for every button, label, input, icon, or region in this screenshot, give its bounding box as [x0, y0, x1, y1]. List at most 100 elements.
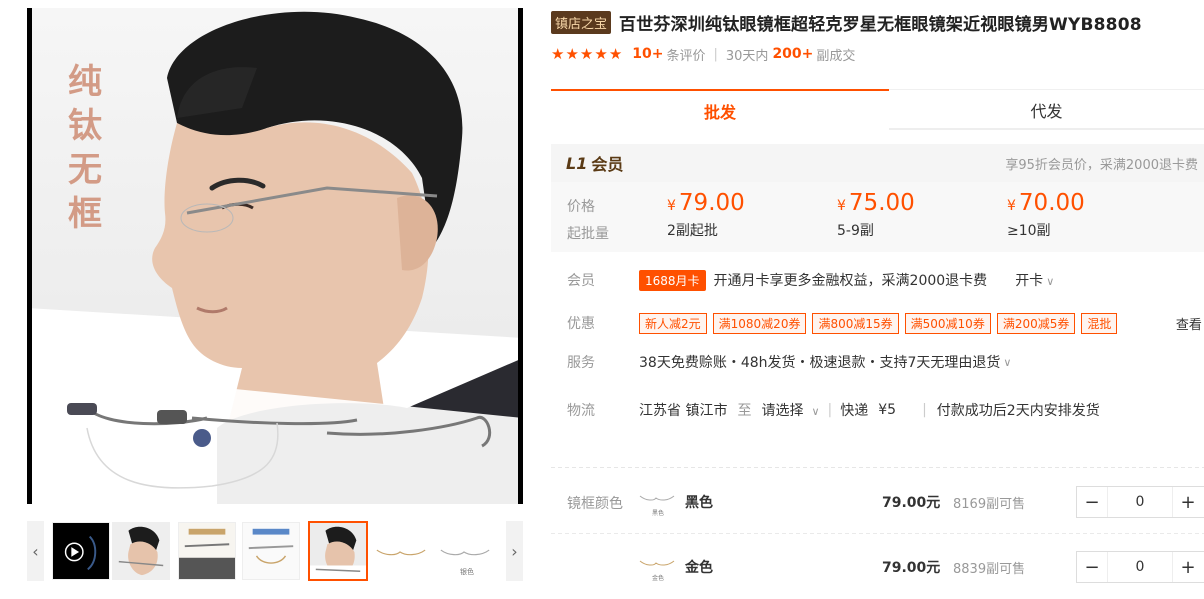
member-level: L1	[566, 153, 588, 173]
logistics-row: 物流 江苏省 镇江市 至 请选择 ∨ | 快递 ¥5 | 付款成功后2天内安排发货	[567, 400, 1204, 420]
attr-label: 物流	[567, 403, 595, 419]
member-label: 会员	[591, 155, 624, 174]
sales-prefix: 30天内	[725, 48, 769, 64]
quantity-stepper: − 0 +	[1076, 551, 1204, 583]
decrement-button[interactable]: −	[1077, 552, 1107, 582]
overlay-text: 纯钛无框	[68, 62, 102, 234]
attr-label: 优惠	[567, 316, 595, 332]
logistics-body: 江苏省 镇江市 至 请选择 ∨ | 快递 ¥5 | 付款成功后2天内安排发货	[639, 400, 1100, 420]
sku-thumbnail-caption: 金色	[652, 575, 665, 582]
chevron-down-icon: ∨	[811, 405, 820, 418]
coupon-tag[interactable]: 混批	[1081, 312, 1118, 334]
decrement-button[interactable]: −	[1077, 487, 1107, 517]
thumbnail-image[interactable]	[372, 522, 430, 580]
reviews-label[interactable]: 条评价	[666, 45, 705, 64]
thumb-next-button[interactable]: ›	[506, 521, 523, 581]
tier-price: ¥75.00	[837, 190, 915, 216]
star-icon: ★	[565, 44, 579, 63]
coupon-tag[interactable]: 满500减10券	[904, 312, 991, 334]
coupon-tag[interactable]: 满1080减20券	[712, 312, 807, 334]
open-card-link[interactable]: 开卡 ∨	[1015, 270, 1054, 290]
price-tier: ¥79.00 2副起批	[667, 190, 745, 240]
price-tiers: 价格 起批量 ¥79.00 2副起批 ¥75.00 5-9副 ¥70.00 ≥1…	[551, 182, 1204, 252]
attr-label: 会员	[567, 273, 595, 289]
member-bar: L1 会员 享95折会员价，采满2000退卡费	[551, 144, 1204, 182]
chevron-down-icon: ∨	[1046, 275, 1055, 288]
tier-qty: ≥10副	[1007, 223, 1051, 239]
increment-button[interactable]: +	[1173, 487, 1203, 517]
sku-price: 79.00元	[882, 560, 941, 576]
to-word: 至	[737, 403, 752, 419]
coupons-row: 优惠 新人减2元 满1080减20券 满800减15券 满500减10券 满20…	[567, 312, 1204, 334]
quantity-stepper: − 0 +	[1076, 486, 1204, 518]
image-edge-left	[27, 8, 32, 504]
rating-row: ★ ★ ★ ★ ★ 10+ 条评价 | 30天内 200+ 副成交	[551, 44, 855, 64]
sku-label: 镜框颜色	[567, 496, 623, 512]
destination-select[interactable]: 请选择 ∨	[761, 400, 819, 420]
attr-label: 服务	[567, 355, 595, 371]
thumbnail-image[interactable]	[112, 522, 170, 580]
sku-thumbnail[interactable]: 金色	[638, 551, 676, 583]
coupon-tag[interactable]: 满200减5券	[996, 312, 1076, 334]
membership-row: 会员 1688月卡 开通月卡享更多金融权益，采满2000退卡费 开卡 ∨	[567, 269, 1204, 291]
purchase-mode-tabs: 批发 代发	[551, 89, 1204, 130]
sku-thumbnail-caption: 黑色	[652, 510, 665, 517]
ship-from: 江苏省 镇江市	[639, 403, 728, 419]
sku-thumbnail[interactable]: 黑色	[638, 486, 676, 518]
tier-qty: 5-9副	[837, 223, 874, 239]
chevron-left-icon: ‹	[32, 541, 39, 561]
tab-wholesale[interactable]: 批发	[551, 89, 889, 130]
thumbnail-video[interactable]	[52, 522, 110, 580]
quantity-input[interactable]: 0	[1107, 552, 1173, 582]
thumb-prev-button[interactable]: ‹	[27, 521, 44, 581]
membership-text: 开通月卡享更多金融权益，采满2000退卡费	[713, 273, 988, 289]
coupon-tag[interactable]: 新人减2元	[639, 312, 707, 334]
coupon-list: 新人减2元 满1080减20券 满800减15券 满500减10券 满200减5…	[639, 312, 1123, 334]
price-tier: ¥70.00 ≥10副	[1007, 190, 1085, 240]
product-title-row: 镇店之宝 百世芬深圳纯钛眼镜框超轻克罗星无框眼镜架近视眼镜男WYB8808	[551, 10, 1204, 35]
chevron-right-icon: ›	[511, 541, 518, 561]
price-tier: ¥75.00 5-9副	[837, 190, 915, 240]
image-edge-right	[518, 8, 523, 504]
price-label: 价格	[567, 199, 595, 215]
quantity-input[interactable]: 0	[1107, 487, 1173, 517]
monthly-card-badge[interactable]: 1688月卡	[639, 269, 706, 291]
divider: |	[713, 46, 718, 62]
sku-row: 黑色 黑色 79.00元 8169副可售 − 0 +	[638, 486, 1204, 518]
thumbnail-image-selected[interactable]	[308, 521, 368, 581]
chevron-down-icon: ∨	[1003, 355, 1012, 369]
thumbnail-image[interactable]	[178, 522, 236, 580]
divider: |	[922, 402, 927, 418]
service-text[interactable]: 38天免费赊账・48h发货・极速退款・支持7天无理由退货 ∨	[639, 352, 1011, 372]
shop-treasure-badge: 镇店之宝	[551, 10, 612, 34]
sales-label: 副成交	[816, 48, 856, 64]
tab-dropship[interactable]: 代发	[889, 89, 1204, 130]
thumbnail-caption: 银色	[460, 568, 474, 576]
tier-price: ¥79.00	[667, 190, 745, 216]
express-fee: ¥5	[878, 402, 897, 418]
section-divider	[551, 467, 1204, 468]
moq-label: 起批量	[567, 226, 609, 242]
service-row: 服务 38天免费赊账・48h发货・极速退款・支持7天无理由退货 ∨	[567, 352, 1204, 372]
thumbnail-image[interactable]	[242, 522, 300, 580]
sku-row: 金色 金色 79.00元 8839副可售 − 0 +	[638, 551, 1204, 583]
increment-button[interactable]: +	[1173, 552, 1203, 582]
coupon-tag[interactable]: 满800减15券	[812, 312, 899, 334]
star-icon: ★	[594, 44, 608, 63]
express-label: 快递	[840, 403, 869, 419]
sales-count: 200+	[772, 46, 814, 62]
thumbnail-strip: ‹ 银色 ›	[27, 521, 523, 581]
tier-price: ¥70.00	[1007, 190, 1085, 216]
row-divider	[551, 533, 1204, 534]
sku-name: 金色	[685, 560, 713, 576]
rating-stars: ★ ★ ★ ★ ★	[551, 44, 623, 63]
tier-qty: 2副起批	[667, 223, 718, 239]
attr-body: 1688月卡 开通月卡享更多金融权益，采满2000退卡费 开卡 ∨	[639, 269, 1054, 291]
main-product-image[interactable]: 纯钛无框	[27, 8, 523, 504]
sku-stock: 8839副可售	[953, 561, 1026, 577]
coupons-more-button[interactable]: 查看∨	[1176, 314, 1204, 333]
star-icon: ★	[608, 44, 623, 63]
ship-note: 付款成功后2天内安排发货	[936, 403, 1100, 419]
reviews-count[interactable]: 10+	[632, 46, 663, 62]
thumbnail-image[interactable]: 银色	[436, 522, 494, 580]
